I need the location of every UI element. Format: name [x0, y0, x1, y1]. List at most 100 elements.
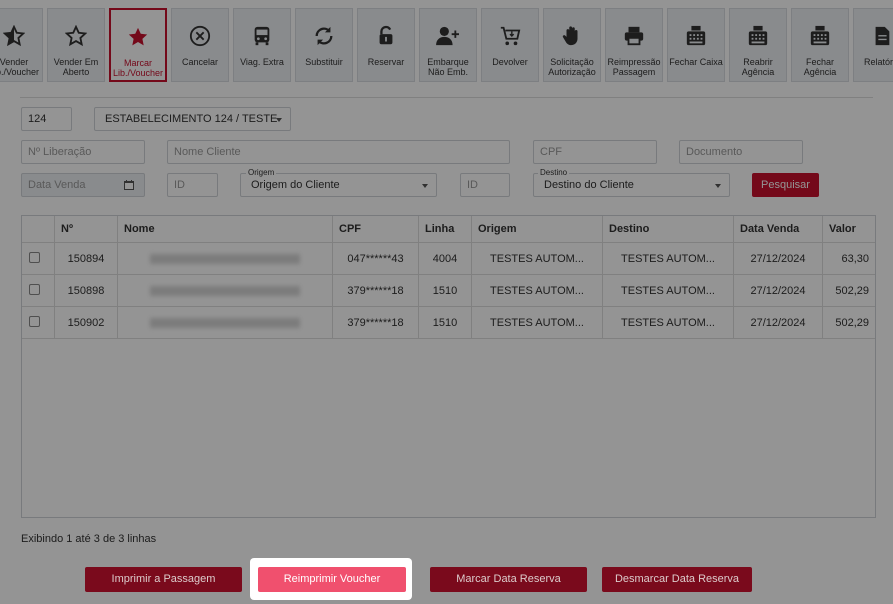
origem-value: Origem do Cliente	[251, 179, 340, 191]
cell-origem: TESTES AUTOM...	[471, 242, 603, 275]
reprint-voucher-button[interactable]: Reimprimir Voucher	[258, 567, 406, 592]
printer-icon	[606, 21, 662, 51]
toolbar-button-8[interactable]: Devolver	[481, 8, 539, 82]
print-ticket-button[interactable]: Imprimir a Passagem	[85, 567, 242, 592]
column-header[interactable]: Nome	[117, 216, 333, 243]
toolbar-button-label: Embarque Não Emb.	[427, 57, 469, 77]
toolbar-button-label: Relatório	[863, 57, 893, 67]
toolbar-button-label: Reabrir Agência	[741, 57, 775, 77]
toolbar-button-12[interactable]: Reabrir Agência	[729, 8, 787, 82]
calendar-icon[interactable]	[124, 180, 134, 190]
cell-num: 150898	[54, 274, 118, 307]
cell-destino: TESTES AUTOM...	[602, 242, 734, 275]
cash-register-icon	[730, 21, 786, 51]
chevron-down-icon	[715, 184, 721, 188]
cancel-circle-icon	[172, 21, 228, 51]
toolbar-button-label: Vender Em Aberto	[53, 57, 99, 77]
toolbar-button-10[interactable]: Reimpressão Passagem	[605, 8, 663, 82]
cell-destino: TESTES AUTOM...	[602, 274, 734, 307]
toolbar: Vender Lib./Voucher Vender Em Aberto Marca…	[0, 8, 893, 82]
toolbar-button-5[interactable]: Substituir	[295, 8, 353, 82]
toolbar-button-6[interactable]: Reservar	[357, 8, 415, 82]
row-checkbox-cell	[22, 242, 55, 275]
toolbar-button-2[interactable]: Marcar Lib./Voucher	[109, 8, 167, 82]
toolbar-button-label: Substituir	[305, 57, 343, 67]
toolbar-button-9[interactable]: Solicitação Autorização	[543, 8, 601, 82]
liberacao-field[interactable]: Nº Liberação	[21, 140, 145, 164]
cell-origem: TESTES AUTOM...	[471, 306, 603, 339]
redacted-name	[150, 253, 300, 264]
toolbar-button-label: Viag. Extra	[240, 57, 284, 67]
cell-num: 150894	[54, 242, 118, 275]
cell-nome	[117, 242, 333, 275]
cell-valor: 502,29	[822, 306, 875, 339]
document-icon	[854, 21, 893, 51]
toolbar-button-13[interactable]: Fechar Agência	[791, 8, 849, 82]
row-checkbox[interactable]	[29, 315, 40, 327]
cell-valor: 502,29	[822, 274, 875, 307]
row-checkbox-cell	[22, 274, 55, 307]
origem-id-field[interactable]: ID	[167, 173, 218, 197]
cell-linha: 1510	[418, 306, 472, 339]
cell-valor: 63,30	[822, 242, 875, 275]
agency-code-field[interactable]: 124	[21, 107, 72, 131]
toolbar-button-0[interactable]: Vender Lib./Voucher	[0, 8, 43, 82]
toolbar-button-7[interactable]: Embarque Não Emb.	[419, 8, 477, 82]
select-column-header	[22, 216, 55, 243]
mark-date-button[interactable]: Marcar Data Reserva	[430, 567, 587, 592]
redacted-name	[150, 285, 300, 296]
column-header[interactable]: Origem	[471, 216, 603, 243]
row-checkbox[interactable]	[29, 251, 40, 263]
star-filled-icon	[111, 22, 165, 52]
toolbar-button-14[interactable]: Relatório	[853, 8, 893, 82]
cell-cpf: 047******43	[332, 242, 419, 275]
cell-linha: 1510	[418, 274, 472, 307]
star-half-icon	[0, 21, 42, 51]
table-row[interactable]: 150898 379******18 1510 TESTES AUTOM... TEST…	[22, 274, 875, 307]
toolbar-button-11[interactable]: Fechar Caixa	[667, 8, 725, 82]
refresh-icon	[296, 21, 352, 51]
table-header-row: Nº Nome CPF Linha Origem Destino Data Ve…	[22, 216, 875, 243]
toolbar-button-label: Vender Lib./Voucher	[0, 57, 40, 77]
unmark-date-button[interactable]: Desmarcar Data Reserva	[602, 567, 752, 592]
toolbar-button-label: Fechar Agência	[803, 57, 837, 77]
destino-id-field[interactable]: ID	[460, 173, 510, 197]
toolbar-button-label: Solicitação Autorização	[548, 57, 596, 77]
chevron-down-icon	[422, 184, 428, 188]
bus-icon	[234, 21, 290, 51]
column-header[interactable]: Destino	[602, 216, 734, 243]
row-checkbox[interactable]	[29, 283, 40, 295]
results-table: Nº Nome CPF Linha Origem Destino Data Ve…	[21, 215, 876, 518]
column-header[interactable]: Nº	[54, 216, 118, 243]
row-count-text: Exibindo 1 até 3 de 3 linhas	[21, 533, 157, 545]
user-plus-icon	[420, 21, 476, 51]
row-checkbox-cell	[22, 306, 55, 339]
establishment-select[interactable]: ESTABELECIMENTO 124 / TESTE	[94, 107, 291, 131]
divider	[20, 97, 873, 98]
toolbar-button-label: Reservar	[367, 57, 405, 67]
toolbar-button-label: Cancelar	[181, 57, 219, 67]
data-venda-field[interactable]: Data Venda	[21, 173, 145, 197]
toolbar-button-4[interactable]: Viag. Extra	[233, 8, 291, 82]
column-header[interactable]: CPF	[332, 216, 419, 243]
documento-field[interactable]: Documento	[679, 140, 803, 164]
toolbar-button-label: Fechar Caixa	[669, 57, 723, 67]
toolbar-button-label: Devolver	[492, 57, 528, 67]
destino-value: Destino do Cliente	[544, 179, 634, 191]
search-button[interactable]: Pesquisar	[752, 173, 819, 197]
toolbar-button-3[interactable]: Cancelar	[171, 8, 229, 82]
table-row[interactable]: 150902 379******18 1510 TESTES AUTOM... TEST…	[22, 306, 875, 339]
column-header[interactable]: Valor	[822, 216, 875, 243]
table-row[interactable]: 150894 047******43 4004 TESTES AUTOM... TEST…	[22, 242, 875, 275]
data-venda-placeholder: Data Venda	[28, 179, 86, 191]
nome-cliente-field[interactable]: Nome Cliente	[167, 140, 510, 164]
column-header[interactable]: Data Venda	[733, 216, 823, 243]
toolbar-button-1[interactable]: Vender Em Aberto	[47, 8, 105, 82]
cpf-field[interactable]: CPF	[533, 140, 657, 164]
toolbar-button-label: Reimpressão Passagem	[607, 57, 661, 77]
establishment-value: ESTABELECIMENTO 124 / TESTE	[105, 113, 278, 125]
redacted-name	[150, 317, 300, 328]
column-header[interactable]: Linha	[418, 216, 472, 243]
unlock-icon	[358, 21, 414, 51]
destino-label: Destino	[538, 168, 570, 177]
